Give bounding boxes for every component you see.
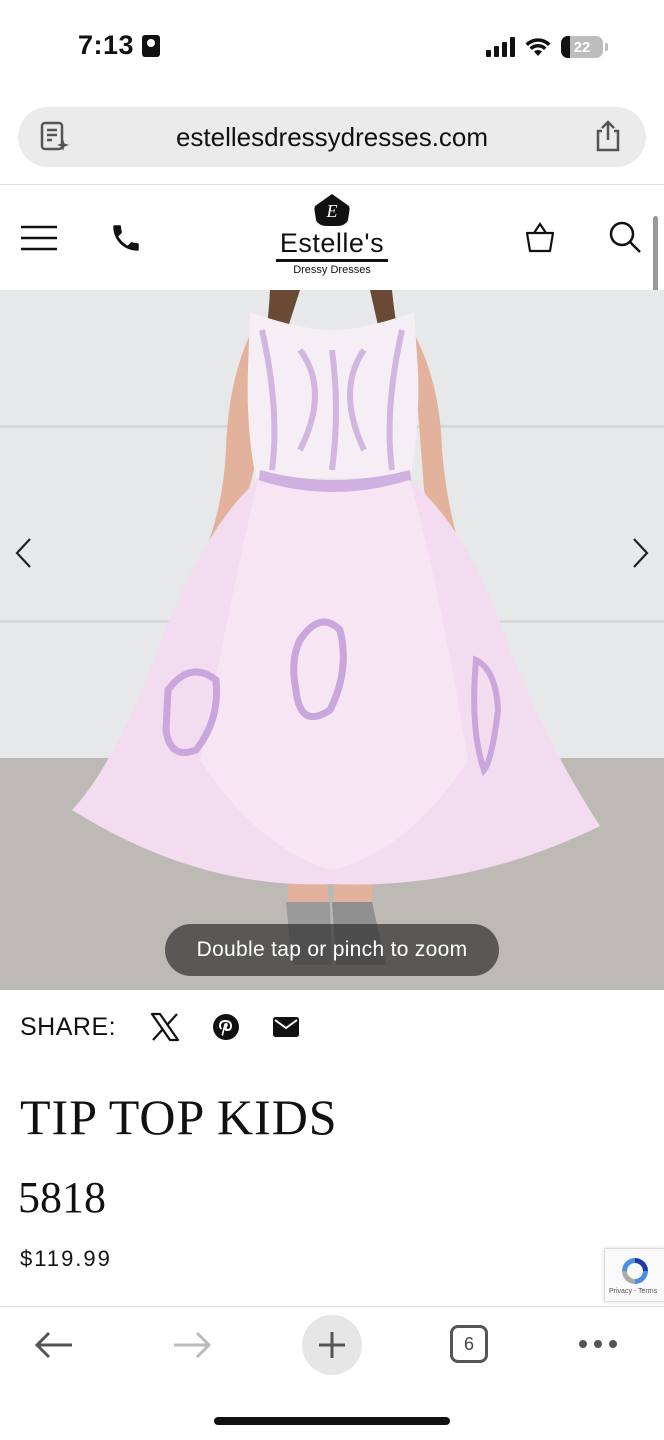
cellular-signal-icon [486,37,515,57]
search-icon[interactable] [608,220,642,254]
tabs-button[interactable]: 6 [450,1325,488,1363]
recaptcha-icon [622,1258,648,1284]
divider [0,184,664,185]
recaptcha-links[interactable]: Privacy - Terms [609,1288,657,1295]
battery-level: 22 [573,38,591,56]
status-time: 7:13 [78,30,161,61]
logo-mark: E [314,194,350,226]
clock-time: 7:13 [78,30,135,60]
zoom-hint: Double tap or pinch to zoom [165,924,499,976]
recaptcha-badge[interactable]: Privacy - Terms [604,1248,664,1302]
url-text[interactable]: estellesdressydresses.com [176,122,488,153]
product-image-carousel[interactable]: Double tap or pinch to zoom [0,290,664,990]
share-label: SHARE: [20,1013,117,1041]
hamburger-menu-icon[interactable] [20,224,58,252]
x-twitter-icon[interactable] [150,1012,180,1042]
logo-tagline: Dressy Dresses [293,264,371,276]
phone-icon[interactable] [109,221,143,255]
wifi-icon [525,38,551,56]
carousel-next-arrow[interactable] [630,536,652,570]
plus-icon [319,1332,345,1358]
back-arrow-icon[interactable] [34,1330,74,1360]
page-summary-icon[interactable] [38,120,72,154]
product-brand: TIP TOP KIDS [20,1089,338,1145]
forward-arrow-icon[interactable] [172,1330,212,1360]
more-options-icon[interactable] [578,1338,618,1350]
new-tab-button[interactable] [302,1315,362,1375]
toolbar-divider [0,1306,664,1307]
pinterest-icon[interactable] [213,1014,239,1040]
email-icon[interactable] [273,1017,299,1037]
status-indicators: 22 [486,36,608,58]
logo-name: Estelle's [276,228,388,262]
tab-count: 6 [463,1333,474,1354]
product-price: $119.99 [20,1246,112,1271]
site-logo[interactable]: E Estelle's Dressy Dresses [272,194,392,280]
share-icon[interactable] [592,119,624,153]
contact-card-icon [142,34,161,57]
product-style-number: 5818 [18,1173,106,1222]
address-bar[interactable]: estellesdressydresses.com [18,107,646,167]
carousel-prev-arrow[interactable] [12,536,34,570]
product-photo [72,290,600,965]
home-indicator[interactable] [214,1417,450,1425]
shopping-bag-icon[interactable] [524,220,556,254]
battery-icon: 22 [561,36,603,58]
